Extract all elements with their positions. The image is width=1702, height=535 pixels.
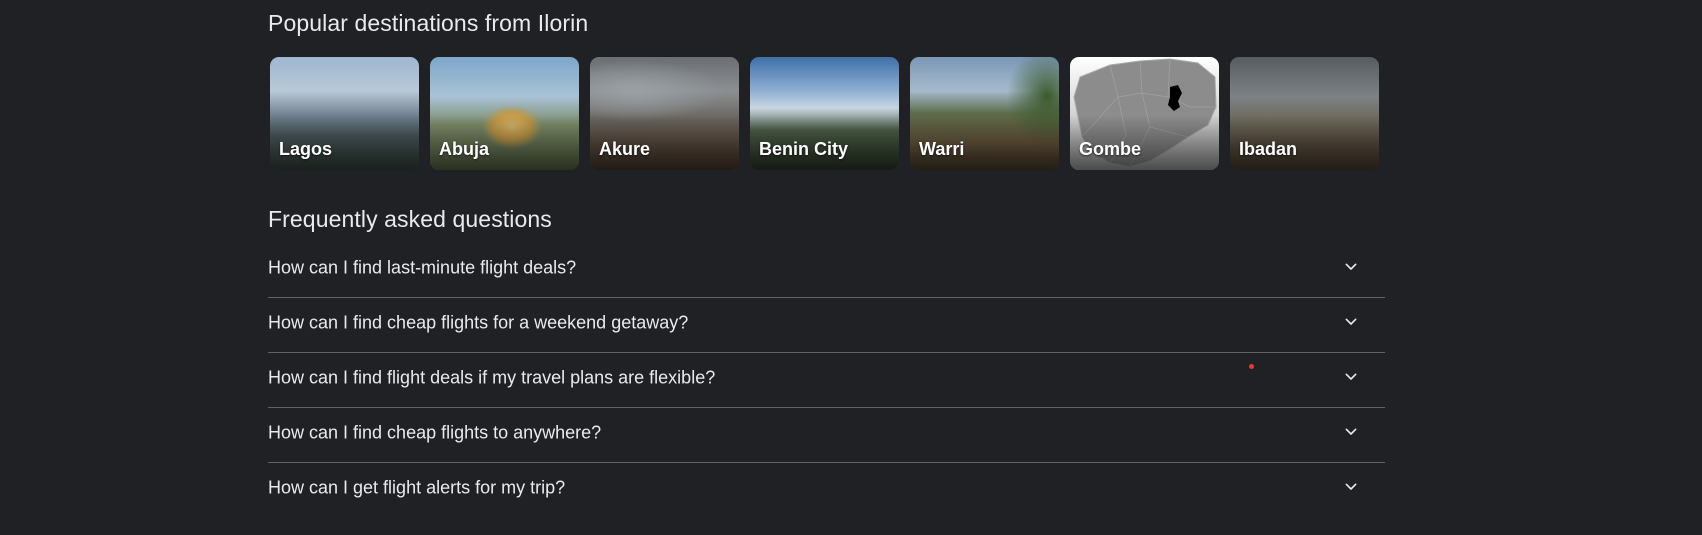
faq-item-flight-alerts[interactable]: How can I get flight alerts for my trip? — [268, 463, 1385, 517]
faq-item-anywhere[interactable]: How can I find cheap flights to anywhere… — [268, 408, 1385, 463]
destination-label: Benin City — [759, 139, 849, 159]
chevron-down-icon[interactable] — [1343, 259, 1359, 275]
faq-item-last-minute-deals[interactable]: How can I find last-minute flight deals? — [268, 243, 1385, 298]
destination-label: Akure — [599, 139, 651, 159]
destination-card-benin-city[interactable]: Benin City — [750, 57, 899, 170]
destination-label: Abuja — [439, 139, 490, 159]
destination-cards: Lagos Abuja Akure Benin City Warri Gombe… — [270, 57, 1379, 170]
faq-question: How can I get flight alerts for my trip? — [268, 477, 566, 498]
popular-destinations-title: Popular destinations from Ilorin — [268, 10, 589, 36]
faq-question: How can I find flight deals if my travel… — [268, 367, 716, 388]
destination-label: Gombe — [1079, 139, 1142, 159]
destination-label: Warri — [919, 139, 965, 159]
chevron-down-icon[interactable] — [1343, 479, 1359, 495]
faq-item-weekend-getaway[interactable]: How can I find cheap flights for a weeke… — [268, 298, 1385, 353]
destination-card-gombe[interactable]: Gombe — [1070, 57, 1219, 170]
destination-card-ibadan[interactable]: Ibadan — [1230, 57, 1379, 170]
destination-card-abuja[interactable]: Abuja — [430, 57, 579, 170]
faq-question: How can I find cheap flights for a weeke… — [268, 312, 689, 333]
faq-question: How can I find cheap flights to anywhere… — [268, 422, 602, 443]
faq-item-flexible-plans[interactable]: How can I find flight deals if my travel… — [268, 353, 1385, 408]
destination-label: Ibadan — [1239, 139, 1298, 159]
faq-list: How can I find last-minute flight deals?… — [268, 243, 1385, 517]
faq-title: Frequently asked questions — [268, 206, 552, 232]
cursor-dot — [1249, 364, 1254, 369]
destination-card-akure[interactable]: Akure — [590, 57, 739, 170]
chevron-down-icon[interactable] — [1343, 424, 1359, 440]
destination-card-warri[interactable]: Warri — [910, 57, 1059, 170]
chevron-down-icon[interactable] — [1343, 369, 1359, 385]
page: Popular destinations from Ilorin Lagos A… — [0, 0, 1702, 535]
destination-label: Lagos — [279, 139, 333, 159]
destination-card-lagos[interactable]: Lagos — [270, 57, 419, 170]
faq-question: How can I find last-minute flight deals? — [268, 257, 577, 278]
chevron-down-icon[interactable] — [1343, 314, 1359, 330]
